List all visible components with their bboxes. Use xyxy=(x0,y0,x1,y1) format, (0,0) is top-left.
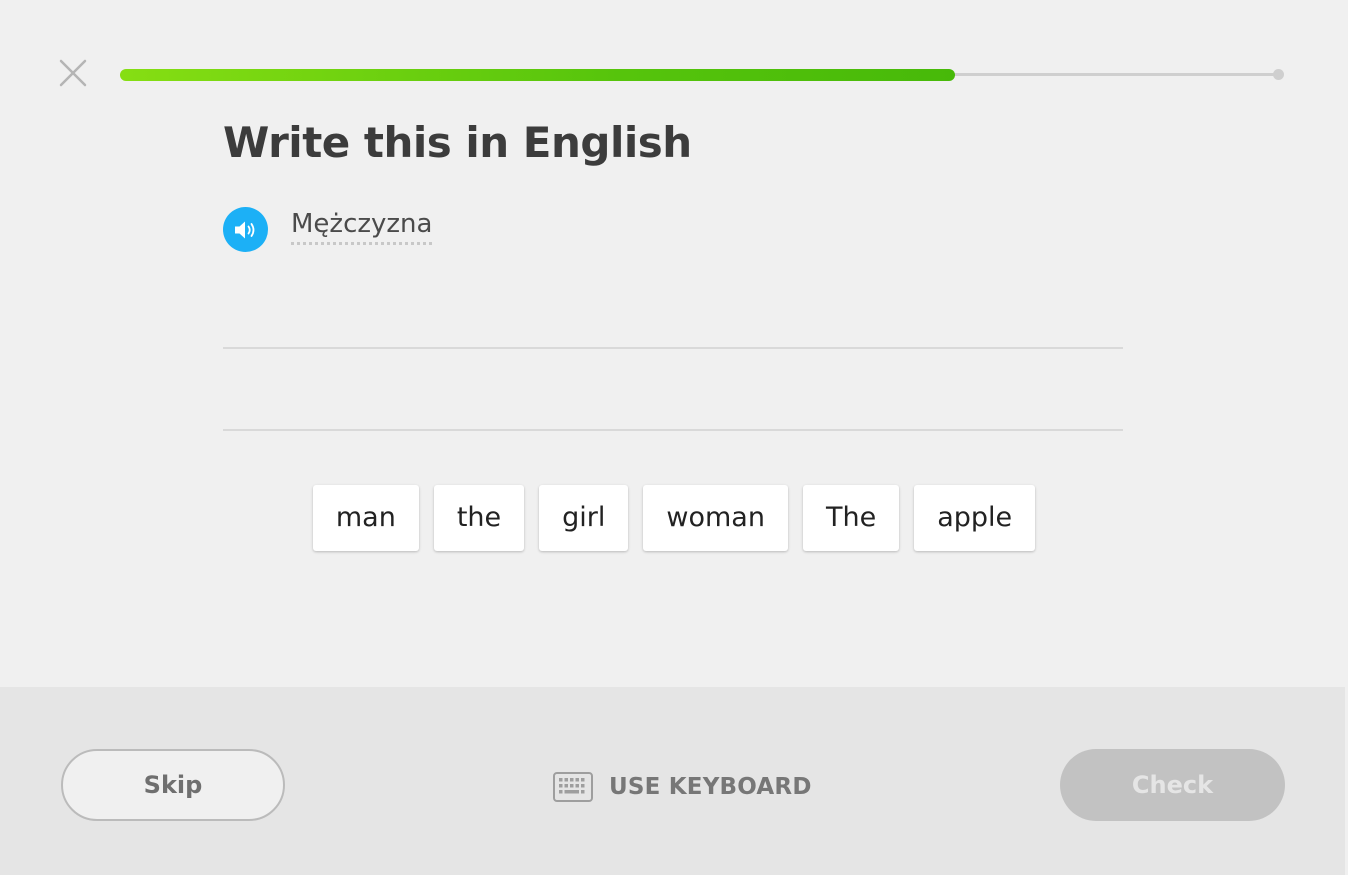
word-tile[interactable]: the xyxy=(433,485,525,551)
speaker-icon xyxy=(234,221,254,238)
close-icon xyxy=(59,59,87,87)
answer-drop-area[interactable] xyxy=(223,280,1123,432)
answer-line-2 xyxy=(223,429,1123,431)
skip-button[interactable]: Skip xyxy=(61,749,285,821)
word-tile[interactable]: The xyxy=(802,485,900,551)
word-bank: man the girl woman The apple xyxy=(0,485,1348,551)
close-button[interactable] xyxy=(58,58,88,88)
word-tile[interactable]: man xyxy=(312,485,419,551)
keyboard-icon xyxy=(553,772,593,802)
source-sentence-word[interactable]: Mężczyzna xyxy=(291,208,433,245)
challenge-title: Write this in English xyxy=(223,118,692,167)
word-tile[interactable]: apple xyxy=(914,485,1036,551)
play-audio-button[interactable] xyxy=(223,207,268,252)
answer-line-1 xyxy=(223,347,1123,349)
use-keyboard-button[interactable]: USE KEYBOARD xyxy=(553,767,812,807)
word-tile[interactable]: woman xyxy=(643,485,788,551)
word-tile[interactable]: girl xyxy=(539,485,629,551)
check-button[interactable]: Check xyxy=(1060,749,1285,821)
progress-fill xyxy=(120,69,955,81)
progress-end-dot xyxy=(1273,69,1284,80)
use-keyboard-label: USE KEYBOARD xyxy=(609,774,812,800)
